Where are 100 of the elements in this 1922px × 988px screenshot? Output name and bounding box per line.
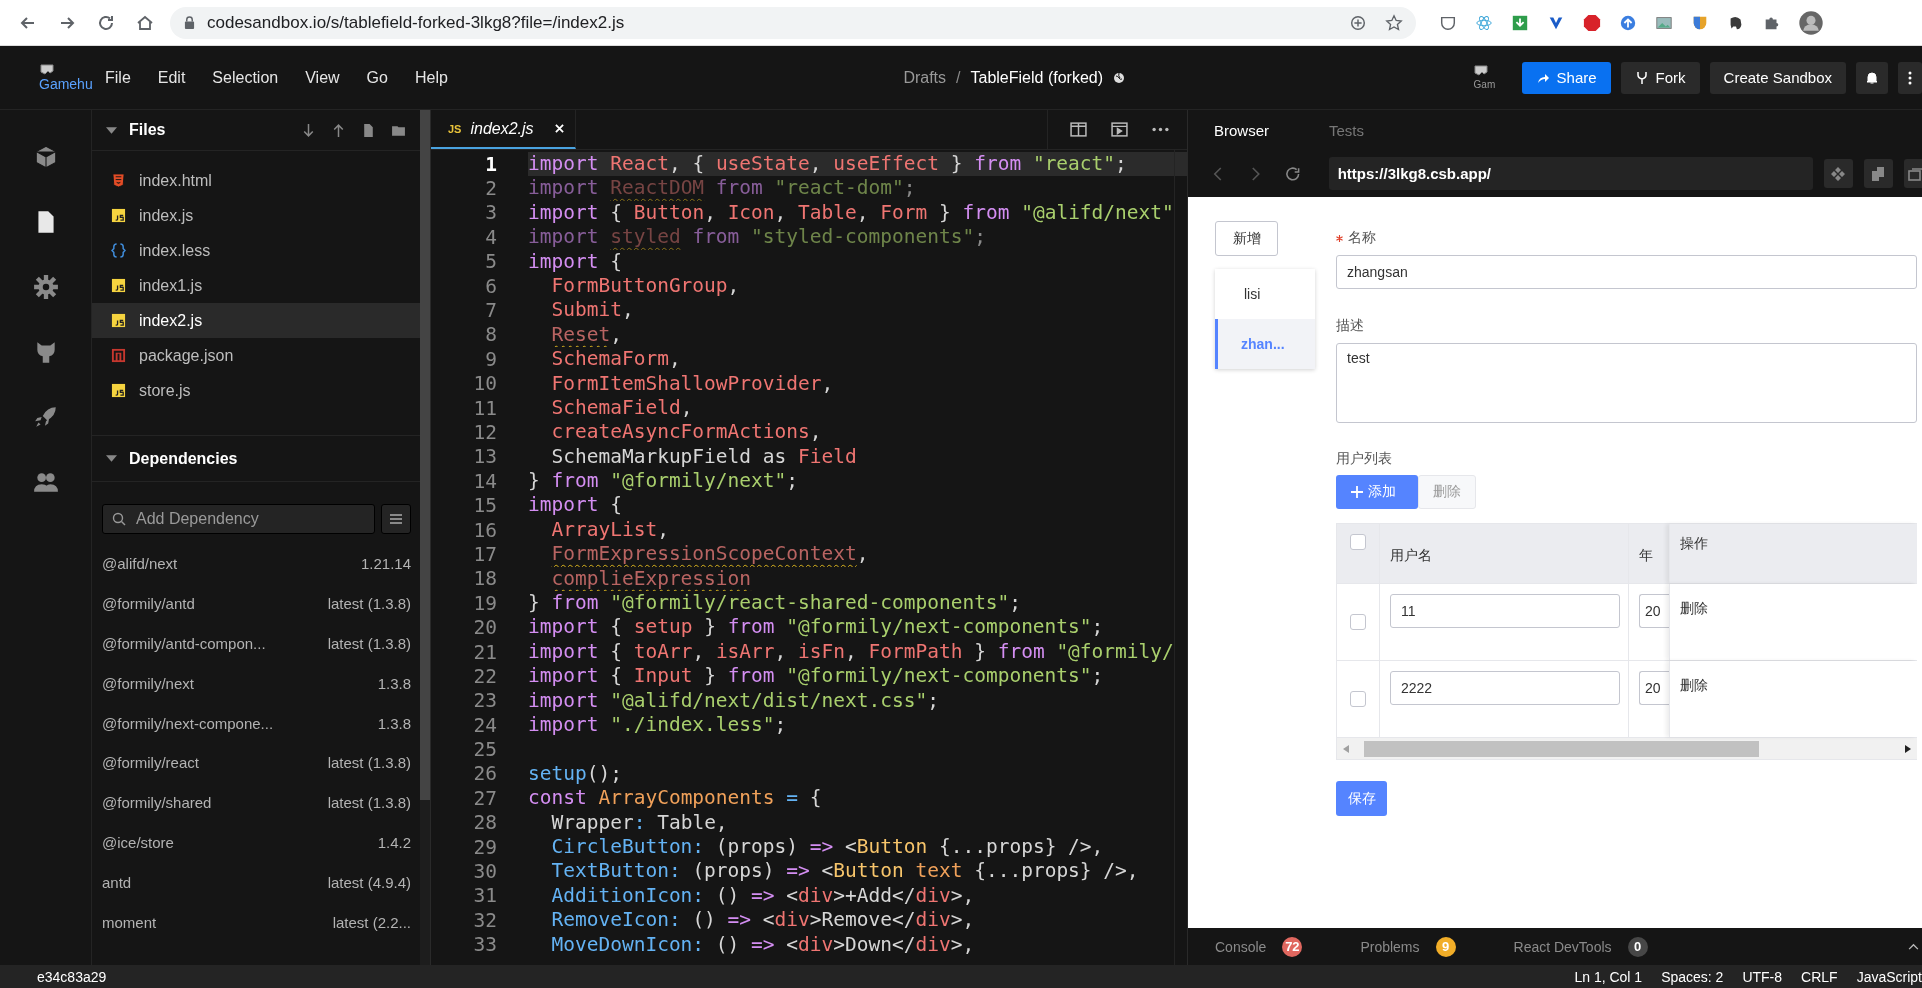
notifications-button[interactable]: [1856, 61, 1888, 94]
new-button[interactable]: 新增: [1215, 221, 1278, 256]
sandbox-title[interactable]: TableField (forked): [970, 68, 1103, 87]
dependency-name[interactable]: moment: [102, 913, 157, 931]
code-line: import {: [528, 493, 623, 518]
search-field[interactable]: Add Dependency: [102, 504, 375, 534]
settings-icon[interactable]: [32, 273, 59, 300]
dependency-name[interactable]: @formily/next-compone...: [102, 714, 274, 732]
panel-tab[interactable]: Tests: [1329, 121, 1365, 139]
devtools-tab[interactable]: React DevTools: [1513, 938, 1612, 955]
panel-tab[interactable]: Browser: [1214, 121, 1269, 139]
dependency-name[interactable]: @ice/store: [102, 833, 174, 851]
diamond-icon: [1830, 165, 1847, 182]
download-icon[interactable]: [1511, 13, 1529, 32]
collapse-caret-icon[interactable]: [106, 126, 117, 134]
address-bar[interactable]: codesandbox.io/s/tablefield-forked-3lkg8?file=/index2.js: [170, 6, 1416, 39]
copy-button[interactable]: [1864, 159, 1893, 188]
status-item[interactable]: JavaScript: [1856, 968, 1922, 985]
dependency-name[interactable]: @alifd/next: [102, 555, 178, 573]
dependency-version: latest (1.3.8): [327, 595, 411, 613]
close-icon[interactable]: [554, 124, 564, 133]
tree-item[interactable]: index.js: [92, 198, 420, 233]
code-line: Submit,: [550, 298, 635, 323]
menu-item[interactable]: Edit: [157, 68, 186, 87]
input-field[interactable]: zhangsan: [1336, 255, 1917, 289]
avatar[interactable]: [1798, 9, 1824, 36]
dependency-name[interactable]: @formily/antd: [102, 595, 195, 613]
split-view-icon[interactable]: [1070, 122, 1087, 137]
delete-link[interactable]: 删除: [1680, 594, 1708, 618]
input-field[interactable]: 11: [1390, 594, 1620, 628]
diamond-button[interactable]: [1824, 159, 1853, 188]
code-line: const ArrayComponents = {: [528, 786, 823, 811]
tree-item[interactable]: store.js: [92, 373, 420, 408]
menu-item[interactable]: View: [305, 68, 340, 87]
share-button[interactable]: Share: [1521, 61, 1611, 94]
line-number: 2: [484, 177, 497, 201]
tree-item[interactable]: package.json: [92, 338, 420, 373]
reload-icon[interactable]: [1285, 165, 1301, 182]
checkbox[interactable]: [1350, 534, 1366, 550]
status-item[interactable]: CRLF: [1801, 968, 1838, 985]
plus-circle-icon[interactable]: [1349, 13, 1367, 32]
tree-item[interactable]: index.less: [92, 233, 420, 268]
code-line: Reset,: [550, 322, 623, 348]
line-number: 32: [472, 908, 497, 932]
star-icon[interactable]: [1385, 13, 1403, 32]
create-sandbox-button[interactable]: Create Sandbox: [1709, 61, 1846, 94]
editor-tab[interactable]: JS index2.js: [431, 110, 576, 149]
line-number: 8: [484, 323, 497, 347]
tree-item[interactable]: index1.js: [92, 268, 420, 303]
devtools-tab[interactable]: Console: [1215, 938, 1267, 955]
collapse-caret-icon[interactable]: [106, 455, 117, 462]
status-item[interactable]: UTF-8: [1742, 968, 1783, 985]
record-item[interactable]: lisi: [1215, 269, 1315, 319]
js-file-icon: [111, 383, 126, 398]
breadcrumb-folder[interactable]: Drafts: [903, 68, 947, 87]
code-line: SchemaField,: [550, 395, 694, 421]
code-line: TextButton: (props) => <Button text {...props} />,: [550, 859, 1140, 884]
dependency-name[interactable]: antd: [102, 873, 132, 891]
scrollbar-thumb[interactable]: [420, 110, 430, 800]
line-number: 15: [472, 494, 497, 518]
menu-button[interactable]: [381, 504, 411, 534]
more-button[interactable]: [1898, 61, 1922, 94]
stop-sign-icon[interactable]: [1583, 13, 1601, 32]
tree-item[interactable]: index2.js: [92, 303, 420, 338]
url-field[interactable]: https://3lkg8.csb.app/: [1328, 157, 1813, 190]
new-file-icon[interactable]: [361, 122, 376, 138]
status-item[interactable]: Spaces: 2: [1661, 968, 1724, 985]
checkbox[interactable]: [1350, 691, 1366, 707]
menu-item[interactable]: Selection: [212, 68, 279, 87]
upload-circle-icon[interactable]: [1619, 13, 1637, 32]
devtools-tab[interactable]: Problems: [1360, 938, 1420, 955]
scroll-right-icon[interactable]: [1905, 744, 1911, 753]
caret-up-icon[interactable]: [1908, 943, 1919, 950]
logo-alt-text: Gamehu: [39, 75, 90, 92]
code-line: setup();: [528, 761, 623, 787]
dependency-name[interactable]: @formily/next: [102, 674, 194, 692]
menu-item[interactable]: File: [105, 68, 131, 87]
delete-link[interactable]: 删除: [1680, 671, 1708, 695]
dependency-name[interactable]: @formily/shared: [102, 794, 212, 812]
tree-item[interactable]: index.html: [92, 163, 420, 198]
arrow-up-icon[interactable]: [331, 122, 346, 138]
code-line: SchemaForm,: [550, 347, 682, 372]
dependency-name[interactable]: @formily/react: [102, 754, 199, 772]
status-item[interactable]: Ln 1, Col 1: [1574, 968, 1643, 985]
fork-button[interactable]: Fork: [1620, 61, 1700, 94]
preview-icon[interactable]: [1111, 122, 1128, 137]
menu-item[interactable]: Help: [414, 68, 448, 87]
text-area[interactable]: test: [1336, 343, 1917, 423]
url-text: codesandbox.io/s/tablefield-forked-3lkg8?file=/index2.js: [207, 12, 625, 33]
scrollbar-thumb[interactable]: [1364, 740, 1759, 757]
dependency-name[interactable]: @formily/antd-compon...: [102, 635, 266, 652]
menu-item[interactable]: Go: [366, 68, 388, 87]
more-icon[interactable]: [1152, 127, 1169, 132]
window-button[interactable]: [1904, 159, 1922, 188]
input-field[interactable]: 2222: [1390, 671, 1620, 705]
checkbox[interactable]: [1350, 614, 1366, 630]
arrow-down-icon[interactable]: [301, 122, 316, 138]
commit-hash: e34c83a29: [37, 968, 107, 985]
code-line: import styled from "styled-components";: [528, 225, 987, 250]
dependency-version: 1.3.8: [377, 714, 411, 732]
